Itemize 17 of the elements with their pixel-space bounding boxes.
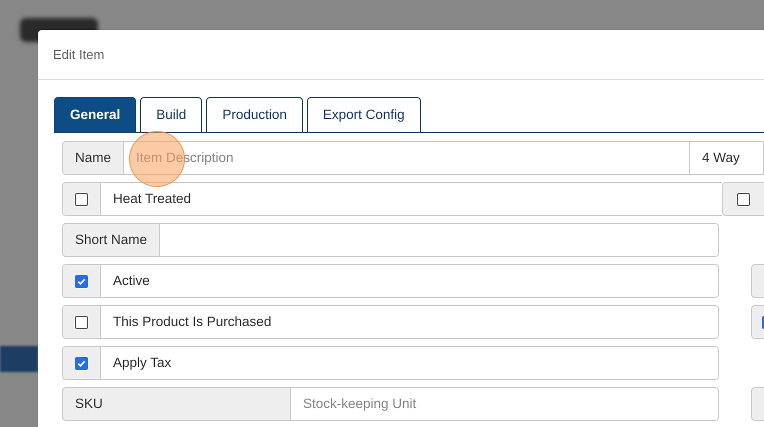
text-field[interactable]: Stock-keeping Unit <box>291 387 719 421</box>
text-field[interactable] <box>160 223 719 257</box>
field-label: SKU <box>62 387 291 421</box>
checkbox[interactable] <box>75 356 88 370</box>
tab[interactable]: Build <box>140 97 202 132</box>
tab[interactable]: General <box>54 97 136 132</box>
field-label: Name <box>62 141 124 175</box>
checkbox[interactable] <box>75 192 88 206</box>
blurred-sidebar-item <box>0 346 38 372</box>
field-label: Short Name <box>62 223 160 257</box>
checkbox[interactable] <box>75 274 88 288</box>
checkbox[interactable] <box>737 192 750 206</box>
tab[interactable]: Production <box>206 97 303 132</box>
field-value: 4 Way <box>690 141 764 175</box>
dialog-title: Edit Item <box>53 46 104 64</box>
tab[interactable]: Export Config <box>306 97 421 132</box>
checkbox[interactable] <box>75 316 88 328</box>
